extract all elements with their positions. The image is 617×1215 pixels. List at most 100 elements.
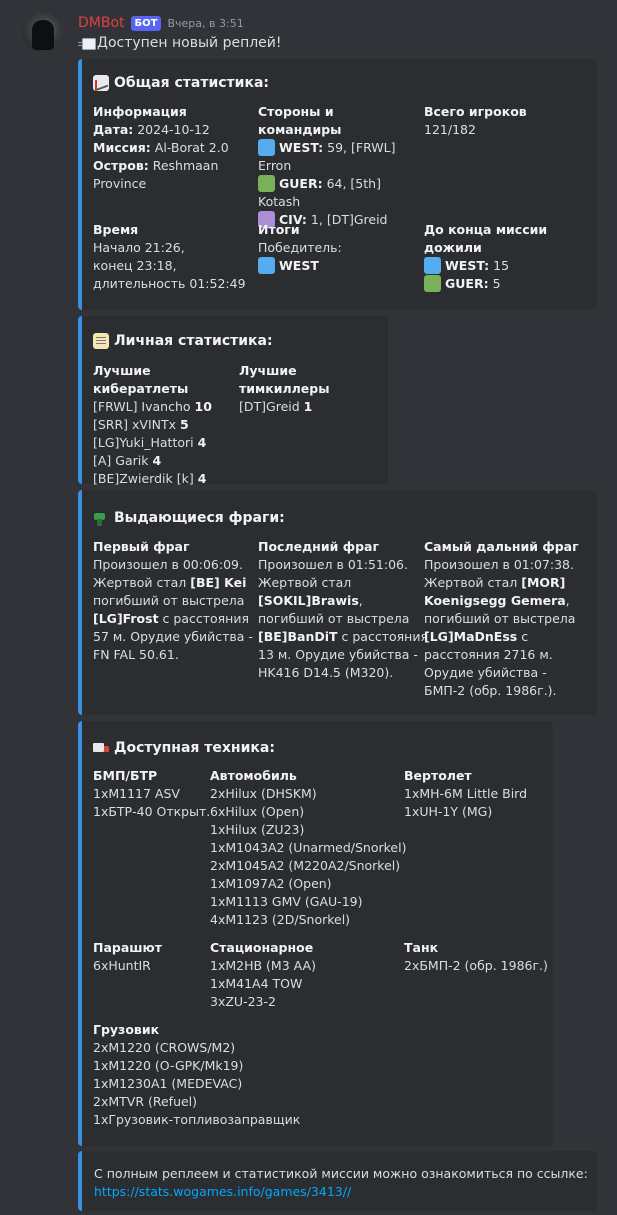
- date-value: 2024-10-12: [137, 122, 210, 137]
- vehicle-item: 1xM2HB (M3 AA): [210, 958, 316, 973]
- vehicle-item: 1xMH-6M Little Bird: [404, 786, 528, 801]
- frags-title: Выдающиеся фраги:: [93, 510, 285, 526]
- survived-guer-name: GUER:: [445, 276, 489, 291]
- vehicle-item: 1xM1230A1 (MEDEVAC): [93, 1076, 243, 1091]
- best-player-score: 4: [197, 471, 207, 486]
- vehicle-group-tank: Танк 2xБМП-2 (обр. 1986г.): [404, 939, 554, 975]
- west-name: WEST:: [279, 140, 324, 155]
- last-frag-field: Последний фраг Произошел в 01:51:06. Жер…: [258, 538, 428, 682]
- replay-link-embed: С полным реплеем и статистикой миссии мо…: [78, 1151, 597, 1211]
- time-field: Время Начало 21:26, конец 23:18, длитель…: [93, 221, 253, 293]
- replay-link[interactable]: https://stats.wogames.info/games/3413//: [94, 1184, 351, 1199]
- vehicles-embed: Доступная техника: БМП/БТР 1xM1117 ASV 1xБ…: [78, 721, 553, 1146]
- best-player-row: [FRWL] Ivancho 10: [93, 398, 233, 416]
- vehicle-group-static: Стационарное 1xM2HB (M3 AA) 1xM41A4 TOW 3xZ…: [210, 939, 402, 1011]
- vehicle-group-truck: Грузовик 2xM1220 (CROWS/M2) 1xM1220 (O-GPK…: [93, 1021, 343, 1129]
- memo-icon: [93, 333, 109, 349]
- survived-west-name: WEST:: [445, 258, 490, 273]
- vehicle-item: 4xM1123 (2D/Snorkel): [210, 912, 351, 927]
- bot-badge: БОТ: [130, 15, 162, 31]
- vehicle-item: 2xБМП-2 (обр. 1986г.): [404, 958, 548, 973]
- time-duration: длительность 01:52:49: [93, 276, 246, 291]
- best-player-score: 4: [197, 435, 207, 450]
- west-value: 59, [FRWL]: [327, 140, 396, 155]
- frags-title-text: Выдающиеся фраги:: [114, 510, 285, 526]
- west-square-icon: [258, 139, 275, 156]
- time-end: конец 23:18,: [93, 258, 177, 273]
- west-commander: Erron: [258, 158, 292, 173]
- vehicle-group-label: Стационарное: [210, 940, 314, 955]
- best-player-score: 5: [180, 417, 189, 432]
- chart-icon: [93, 75, 109, 91]
- footer-text: С полным реплеем и статистикой миссии мо…: [94, 1166, 588, 1181]
- teamkillers-field: Лучшие тимкиллеры [DT]Greid 1: [239, 362, 389, 416]
- vehicle-item: 2xMTVR (Refuel): [93, 1094, 198, 1109]
- timestamp[interactable]: Вчера, в 3:51: [167, 17, 243, 30]
- username[interactable]: DMBot: [78, 15, 125, 31]
- vehicle-item: 1xUH-1Y (MG): [404, 804, 493, 819]
- general-title-text: Общая статистика:: [114, 75, 270, 91]
- teamkillers-label: Лучшие тимкиллеры: [239, 363, 330, 396]
- vehicle-item: 1xM41A4 TOW: [210, 976, 303, 991]
- vehicle-item: 1xБТР-40 Открыт.: [93, 804, 211, 819]
- best-player-name: [SRR] xVINTx: [93, 417, 181, 432]
- players-value: 121/182: [424, 122, 476, 137]
- winner-label: Победитель:: [258, 240, 342, 255]
- winner-square-icon: [258, 257, 275, 274]
- first-frag-label: Первый фраг: [93, 539, 190, 554]
- vehicles-title: Доступная техника:: [93, 740, 275, 756]
- vehicle-group-label: БМП/БТР: [93, 768, 158, 783]
- survived-west-value: 15: [493, 258, 510, 273]
- last-frag-text: Произошел в 01:51:06. Жертвой стал [SOKI…: [258, 557, 428, 680]
- guer-square-icon: [258, 175, 275, 192]
- vehicle-item: 1xHilux (ZU23): [210, 822, 305, 837]
- island-value-2: Province: [93, 176, 147, 191]
- guer-commander: Kotash: [258, 194, 301, 209]
- vehicle-group-label: Вертолет: [404, 768, 472, 783]
- vehicle-item: 1xM1113 GMV (GAU-19): [210, 894, 363, 909]
- best-player-name: [A] Garik: [93, 453, 153, 468]
- general-stats-title: Общая статистика:: [93, 75, 269, 91]
- best-player-score: 10: [194, 399, 212, 414]
- guer-name: GUER:: [279, 176, 323, 191]
- survived-west-square-icon: [424, 257, 441, 274]
- survived-guer-square-icon: [424, 275, 441, 292]
- island-value-1: Reshmaan: [152, 158, 219, 173]
- best-players-list: [FRWL] Ivancho 10 [SRR] xVINTx 5 [LG]Yuki_…: [93, 398, 233, 488]
- best-player-row: [SRR] xVINTx 5: [93, 416, 233, 434]
- vehicles-title-text: Доступная техника:: [114, 740, 275, 756]
- teamkiller-row: [DT]Greid 1: [239, 398, 389, 416]
- bot-avatar[interactable]: [22, 12, 62, 52]
- best-players-label: Лучшие кибератлеты: [93, 363, 189, 396]
- results-label: Итоги: [258, 222, 300, 237]
- vehicle-group-label: Автомобиль: [210, 768, 297, 783]
- best-player-name: [BE]Zwierdik [k]: [93, 471, 198, 486]
- personal-stats-embed: Личная статистика: Лучшие кибератлеты [F…: [78, 316, 389, 486]
- vehicle-item: 1xГрузовик-топливозаправщик: [93, 1112, 301, 1127]
- time-label: Время: [93, 222, 139, 237]
- best-player-name: [FRWL] Ivancho: [93, 399, 195, 414]
- vehicle-item: 2xM1220 (CROWS/M2): [93, 1040, 236, 1055]
- best-player-score: 4: [152, 453, 162, 468]
- first-frag-field: Первый фраг Произошел в 00:06:09. Жертво…: [93, 538, 253, 664]
- vehicle-item: 1xM1097A2 (Open): [210, 876, 332, 891]
- vehicle-item: 2xHilux (DHSKM): [210, 786, 317, 801]
- envelope-icon: [78, 35, 96, 51]
- vehicle-item: 1xM1220 (O-GPK/Mk19): [93, 1058, 244, 1073]
- results-field: Итоги Победитель: WEST: [258, 221, 418, 275]
- island-key: Остров:: [93, 158, 149, 173]
- vehicle-group-ifv: БМП/БТР 1xM1117 ASV 1xБТР-40 Открыт.: [93, 767, 211, 821]
- longest-frag-field: Самый дальний фраг Произошел в 01:07:38.…: [424, 538, 594, 700]
- last-frag-label: Последний фраг: [258, 539, 380, 554]
- time-start: Начало 21:26,: [93, 240, 185, 255]
- best-player-row: [BE]Zwierdik [k] 4: [93, 470, 233, 488]
- mission-value: Al-Borat 2.0: [154, 140, 229, 155]
- info-field: Информация Дата: 2024-10-12 Миссия: Al-B…: [93, 103, 248, 193]
- vehicle-group-heli: Вертолет 1xMH-6M Little Bird 1xUH-1Y (MG): [404, 767, 554, 821]
- vehicle-item: 2xM1045A2 (M220A2/Snorkel): [210, 858, 401, 873]
- longest-frag-text: Произошел в 01:07:38. Жертвой стал [MOR]…: [424, 557, 576, 698]
- vehicle-group-label: Парашют: [93, 940, 162, 955]
- message-text: Доступен новый реплей!: [78, 35, 282, 51]
- vehicle-group-car: Автомобиль 2xHilux (DHSKM) 6xHilux (Open) 1…: [210, 767, 406, 929]
- vehicle-group-parachute: Парашют 6xHuntIR: [93, 939, 208, 975]
